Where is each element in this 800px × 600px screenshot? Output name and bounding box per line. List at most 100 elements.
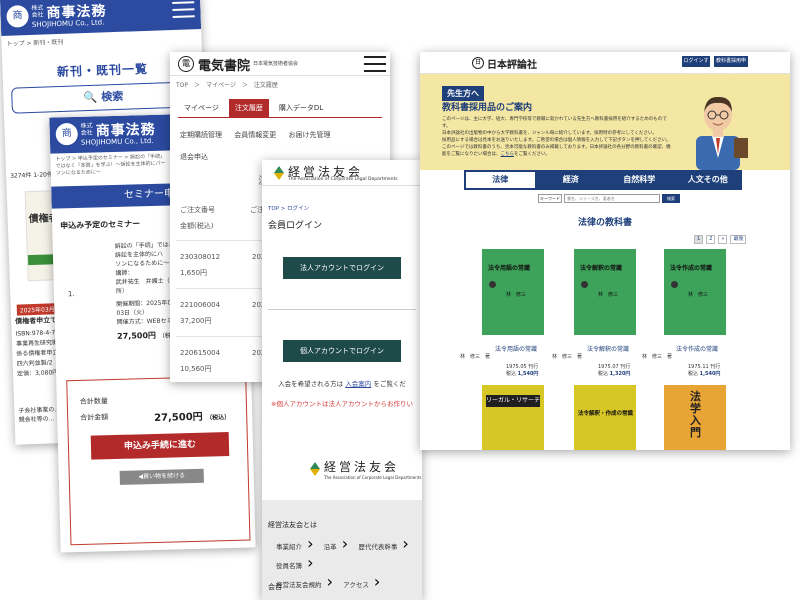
tab-law[interactable]: 法律	[464, 170, 537, 190]
company-type: 株式会社	[80, 122, 93, 137]
tab-natural-science[interactable]: 自然科学	[605, 170, 674, 190]
footer-links: 事業紹介 › 沿革 › 歴代代表幹事 › 役員名簿 › 経営法友会規約 › アク…	[276, 534, 414, 591]
banner-text-line: このページは、主に大学、短大、専門学校等で教職に就かれている先生方へ教科書採用を…	[442, 117, 667, 129]
site-name[interactable]: 日本評論社	[487, 56, 537, 71]
nippon-hyoron-logo-icon[interactable]: 日	[472, 57, 484, 69]
link-member-info[interactable]: 会員情報変更	[234, 131, 276, 139]
book-author: 林 修三 著	[460, 354, 491, 360]
link-delivery[interactable]: お届け先管理	[288, 131, 330, 139]
breadcrumb[interactable]: TOP > ログイン	[262, 200, 422, 216]
tab-order-history[interactable]: 注文履歴	[228, 99, 269, 117]
search-button-label: 検索	[100, 89, 124, 104]
banner-text-line: このページでは教科書のうち、見本可能な教科書のみ掲載しております。日本評論社の各…	[442, 144, 672, 158]
footer-link[interactable]: 経営法友会規約	[276, 581, 322, 589]
book-cover[interactable]: 法令解釈の常識 林 修三	[574, 249, 636, 335]
footer-link[interactable]: 事業紹介	[276, 543, 302, 551]
book-cover[interactable]: 法令作成の常識 林 修三	[664, 249, 726, 335]
book-price: 定価：3,080円	[16, 369, 59, 378]
order-number[interactable]: 230308012	[180, 251, 220, 264]
breadcrumb[interactable]: TOP ＞ マイページ ＞ 注文履歴	[170, 76, 390, 93]
teacher-illustration	[696, 96, 748, 170]
book-cover-title: 法令用語の常識	[488, 265, 531, 272]
banner-text-line: 採用品にする場合は見本をお送りいたします。ご希望の場合は個人情報を入力して下記ボ…	[442, 138, 671, 143]
book-title[interactable]: 債権者申立て	[15, 316, 57, 326]
order-number[interactable]: 220615004	[180, 347, 220, 360]
book-cover[interactable]: 法学入門	[664, 385, 726, 450]
nippon-hyoron-textbook-page: 日 日本評論社 ログインする 教科書採用申込 先生方へ 教科書採用品のご案内 こ…	[420, 52, 790, 450]
site-name[interactable]: 電気書院	[198, 55, 250, 74]
book-price: 税込 1,540円	[688, 371, 720, 378]
tab-download[interactable]: 購入データDL	[273, 99, 329, 117]
footer-link[interactable]: 沿革	[324, 543, 337, 551]
denki-logo-icon[interactable]: 電	[178, 56, 194, 72]
continue-shopping-button[interactable]: ◀買い物を続ける	[119, 468, 204, 485]
site-header: 電 電気書院 日本電気技術者協会	[170, 52, 390, 76]
page-2[interactable]: 2	[706, 235, 716, 244]
shojihomu-logo-icon[interactable]: 商	[55, 122, 79, 146]
menu-icon[interactable]	[364, 56, 386, 77]
banner-link[interactable]: こちら	[501, 152, 515, 157]
page-next[interactable]: »	[718, 235, 728, 244]
footer-english-name: The Association of Corporate Legal Depar…	[324, 475, 422, 480]
book-cover-author: 林 修三	[598, 292, 619, 298]
tab-mypage[interactable]: マイページ	[178, 99, 225, 117]
search-type-select[interactable]: キーワード	[538, 194, 562, 203]
banner-text-line: 日本評論社の出版物の中から大学教科書を、ジャンル毎に紹介しています。採用時の参考…	[442, 131, 657, 136]
book-author: 林 修三 著	[642, 354, 673, 360]
footer-site-name: 経営法友会	[324, 460, 400, 474]
book-title[interactable]: 法令作成の常識	[676, 344, 718, 353]
page-last[interactable]: 最後	[730, 235, 747, 244]
footer-more[interactable]: 会合	[268, 582, 282, 592]
site-roman-name: SHOJIHOMU Co., Ltd.	[80, 136, 154, 147]
book-title[interactable]: 法令解釈の常識	[587, 344, 629, 353]
join-text-post: をご覧くだ	[373, 380, 406, 388]
book-cover[interactable]: 法令用語の常識 林 修三	[482, 249, 544, 335]
book-publisher-line: 事業再生研究機	[15, 339, 59, 348]
shojihomu-logo-icon[interactable]: 商	[6, 5, 29, 28]
result-count: 3274件 1-20件	[10, 171, 54, 180]
search-bar: キーワード 書名、シリーズ名、著者名 検索	[538, 194, 680, 203]
order-number[interactable]: 221006004	[180, 299, 220, 312]
breadcrumb[interactable]: トップ > 申込予定のセミナー > 訴訟の「手続」ではなく「本質」を学ぶ！～訴訟…	[50, 150, 171, 180]
book-cover[interactable]: 法令解釈・作成の常識	[574, 385, 636, 450]
book-isbn: ISBN:978-4-78	[15, 329, 60, 338]
total-value: 27,500円	[154, 411, 203, 424]
tab-economics[interactable]: 経済	[537, 170, 606, 190]
join-link[interactable]: 入会案内	[345, 380, 371, 388]
footer-link[interactable]: 役員名簿	[276, 562, 302, 570]
quantity-label: 合計数量	[79, 397, 108, 406]
total-label: 合計金額	[80, 413, 109, 422]
login-button[interactable]: ログインする	[682, 56, 710, 75]
search-button[interactable]: 🔍 検索	[11, 81, 196, 114]
footer-link[interactable]: 歴代代表幹事	[358, 543, 397, 551]
book-price: 税込 1,540円	[506, 371, 538, 378]
link-subscription[interactable]: 定期購読管理	[180, 131, 222, 139]
teachers-badge: 先生方へ	[442, 86, 484, 101]
book-author: 林 修三 著	[552, 354, 583, 360]
search-button[interactable]: 検索	[662, 194, 680, 203]
corporate-login-button[interactable]: 法人アカウントでログイン	[283, 257, 401, 279]
tab-humanities[interactable]: 人文その他	[674, 170, 743, 190]
warning-text: ※個人アカウントは法人アカウントからお作りい	[271, 400, 413, 408]
menu-icon[interactable]	[172, 1, 195, 23]
keiei-logo-icon[interactable]	[274, 166, 284, 180]
search-input[interactable]: 書名、シリーズ名、著者名	[564, 194, 660, 203]
site-header: 経営法友会 The Association of Corporate Legal…	[262, 160, 422, 186]
price-value: 1,540円	[517, 371, 539, 377]
footer-link[interactable]: アクセス	[343, 581, 369, 589]
textbook-apply-button[interactable]: 教科書採用申込	[714, 56, 748, 75]
book-cover-mark	[489, 281, 496, 288]
book-title[interactable]: 法令用語の常識	[495, 344, 537, 353]
page-1[interactable]: 1	[694, 235, 704, 244]
price-value: 1,540円	[699, 371, 721, 377]
book-cover-title: 法令解釈・作成の常識	[578, 411, 634, 417]
book-cover-title: リーガル・リサーチ	[486, 395, 540, 407]
book-cover[interactable]: リーガル・リサーチ	[482, 385, 544, 450]
personal-login-button[interactable]: 個人アカウントでログイン	[283, 340, 401, 362]
total-tax: （税込）	[206, 413, 231, 422]
order-amount: 37,200円	[180, 317, 212, 325]
apply-button[interactable]: 申込み手続に進む	[90, 432, 230, 460]
banner-text: このページは、主に大学、短大、専門学校等で教職に就かれている先生方へ教科書採用を…	[442, 116, 672, 158]
link-withdraw[interactable]: 退会申込	[180, 153, 208, 161]
footer-heading[interactable]: 経営法友会とは	[268, 520, 317, 530]
